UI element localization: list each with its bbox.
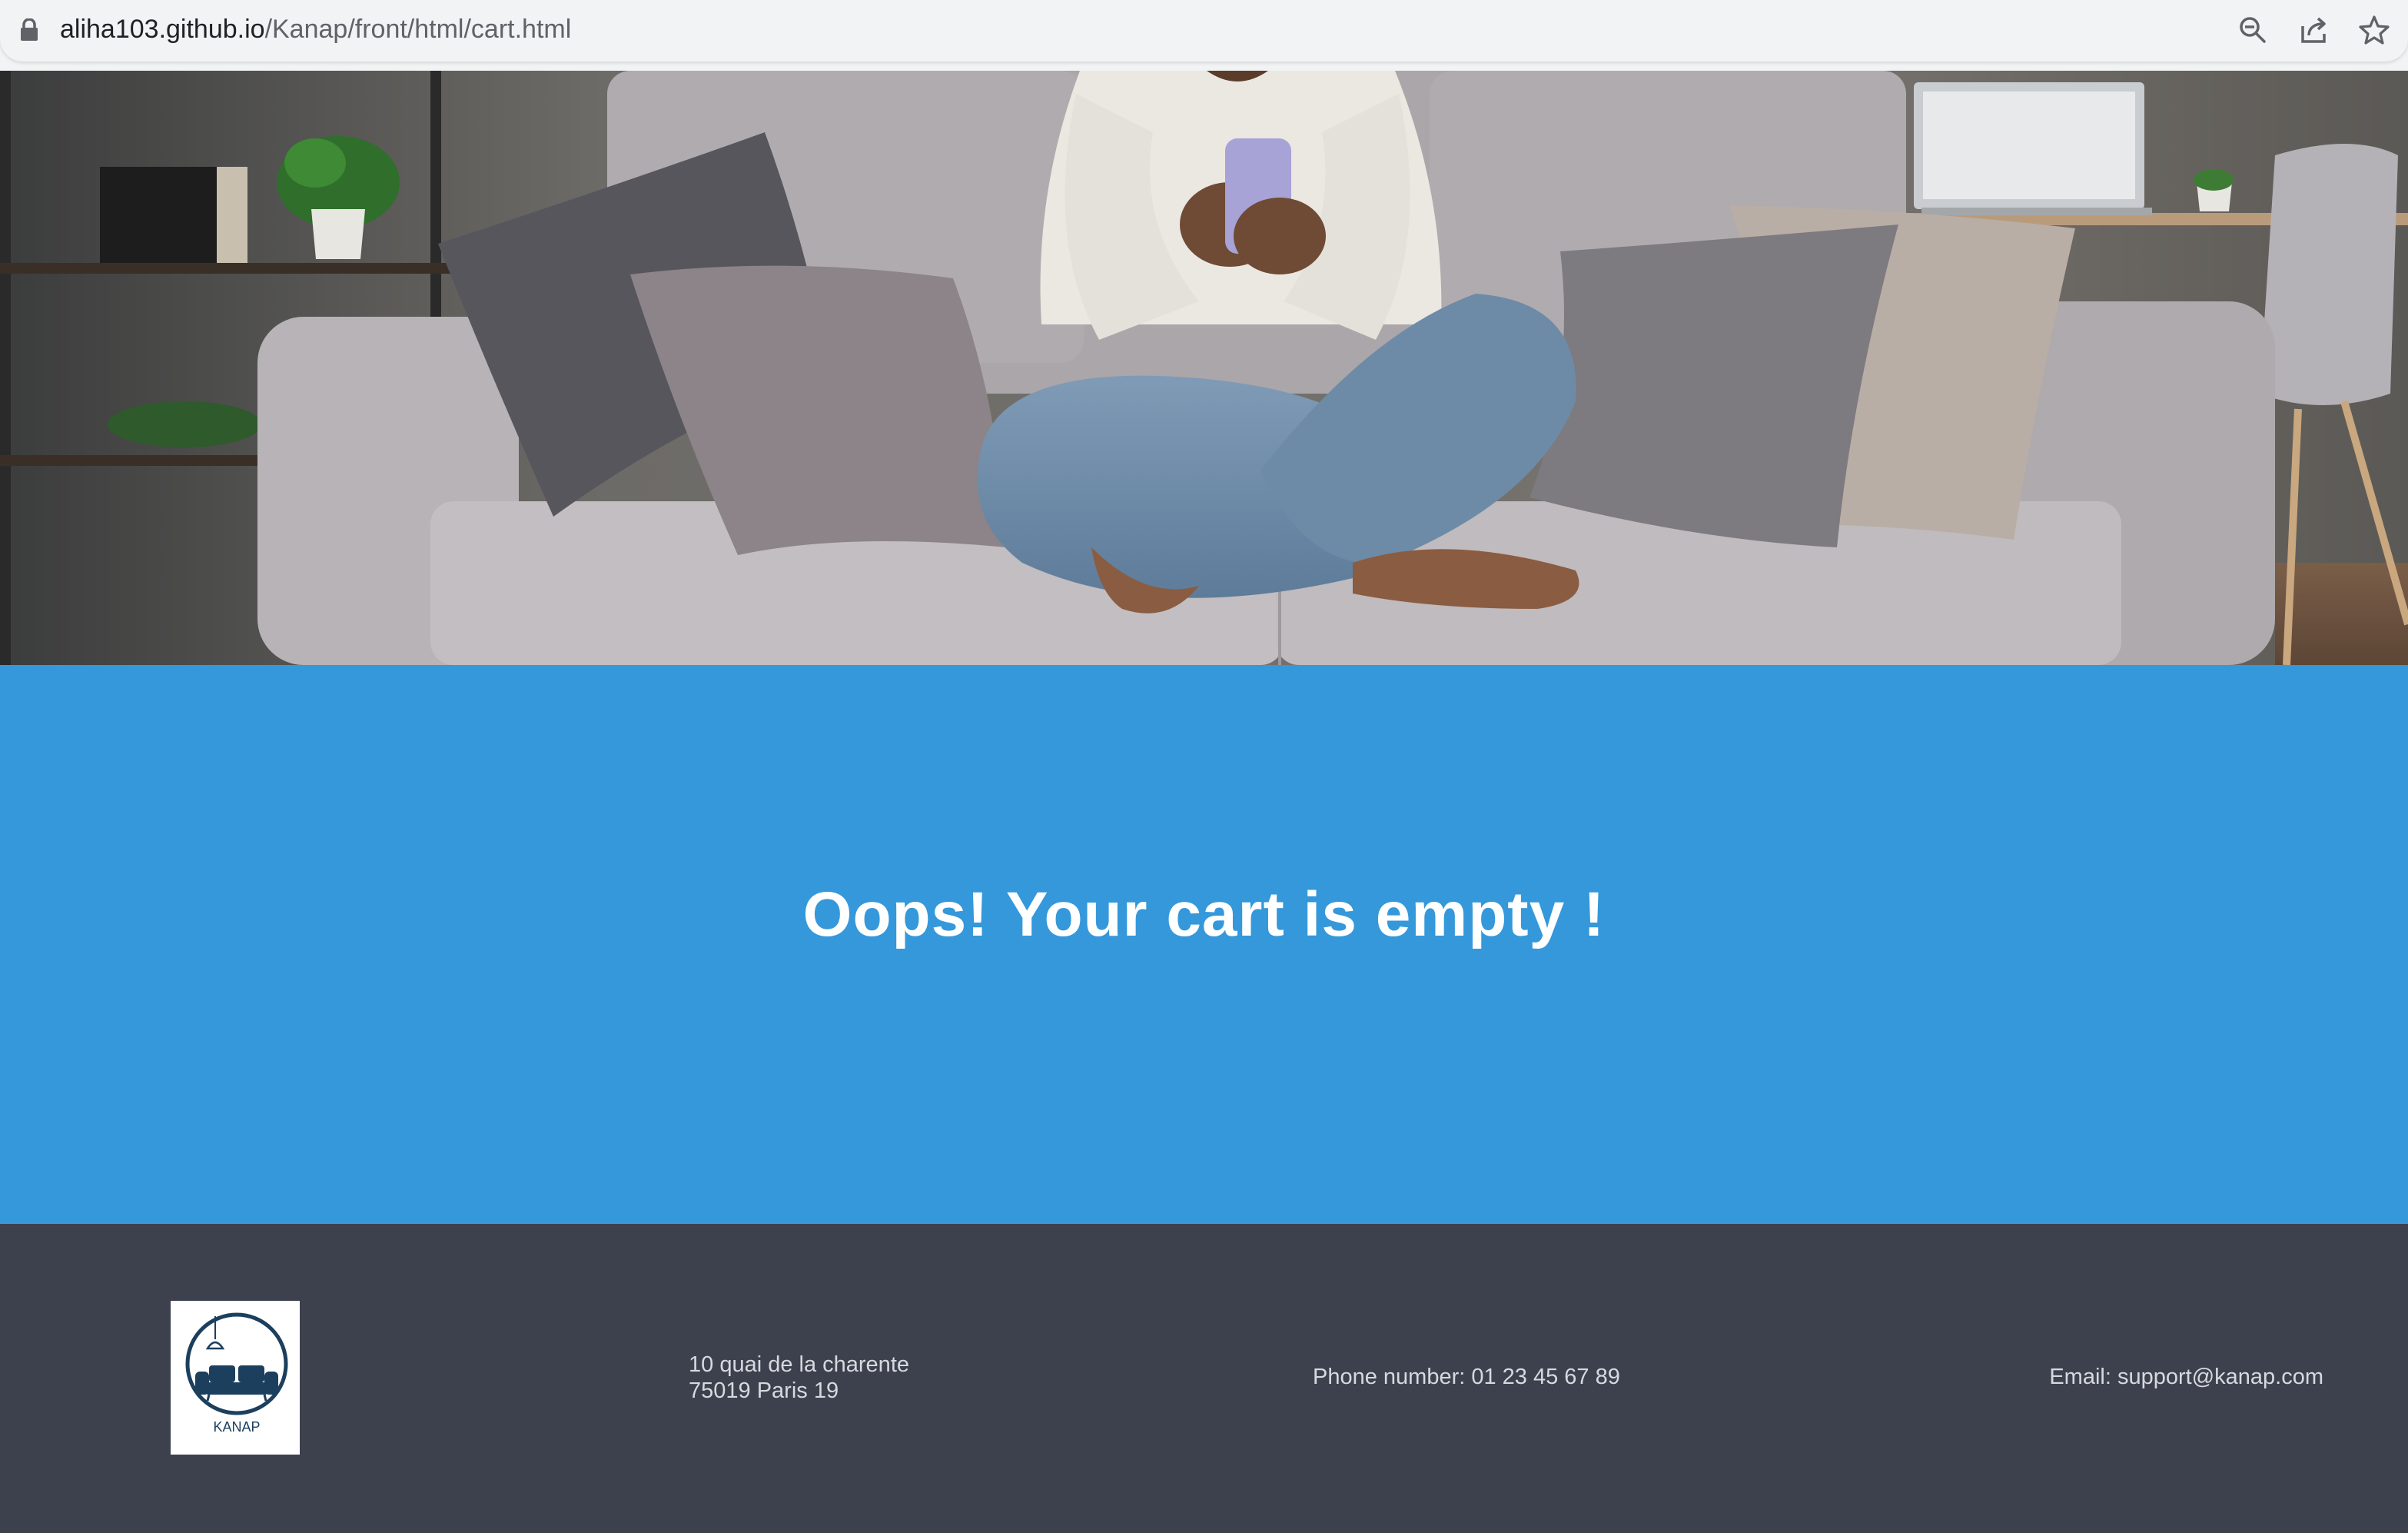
sofa-photo-illustration (0, 71, 2408, 665)
bookmark-star-icon[interactable] (2358, 14, 2390, 46)
footer: KANAP 10 quai de la charente 75019 Paris… (0, 1224, 2408, 1533)
kanap-logo[interactable]: KANAP (171, 1301, 300, 1455)
logo-text: KANAP (213, 1419, 260, 1435)
lock-icon[interactable] (20, 18, 38, 42)
cart-section: Oops! Your cart is empty ! (0, 665, 2408, 1224)
url-text[interactable]: aliha103.github.io/Kanap/front/html/cart… (60, 12, 571, 46)
footer-email: Email: support@kanap.com (2049, 1365, 2323, 1389)
footer-phone: Phone number: 01 23 45 67 89 (1313, 1365, 1620, 1389)
browser-toolbar: aliha103.github.io/Kanap/front/html/cart… (0, 0, 2408, 71)
footer-address: 10 quai de la charente 75019 Paris 19 (689, 1352, 909, 1404)
kanap-logo-icon: KANAP (185, 1312, 288, 1435)
address-bar[interactable]: aliha103.github.io/Kanap/front/html/cart… (0, 0, 2408, 62)
share-icon[interactable] (2298, 14, 2330, 46)
zoom-out-icon[interactable] (2237, 14, 2269, 46)
url-host: aliha103.github.io (60, 15, 265, 44)
hero-banner-image (0, 71, 2408, 665)
address-line-1: 10 quai de la charente (689, 1352, 909, 1377)
url-path: /Kanap/front/html/cart.html (264, 15, 572, 44)
address-line-2: 75019 Paris 19 (689, 1378, 839, 1403)
empty-cart-message: Oops! Your cart is empty ! (802, 880, 1606, 949)
